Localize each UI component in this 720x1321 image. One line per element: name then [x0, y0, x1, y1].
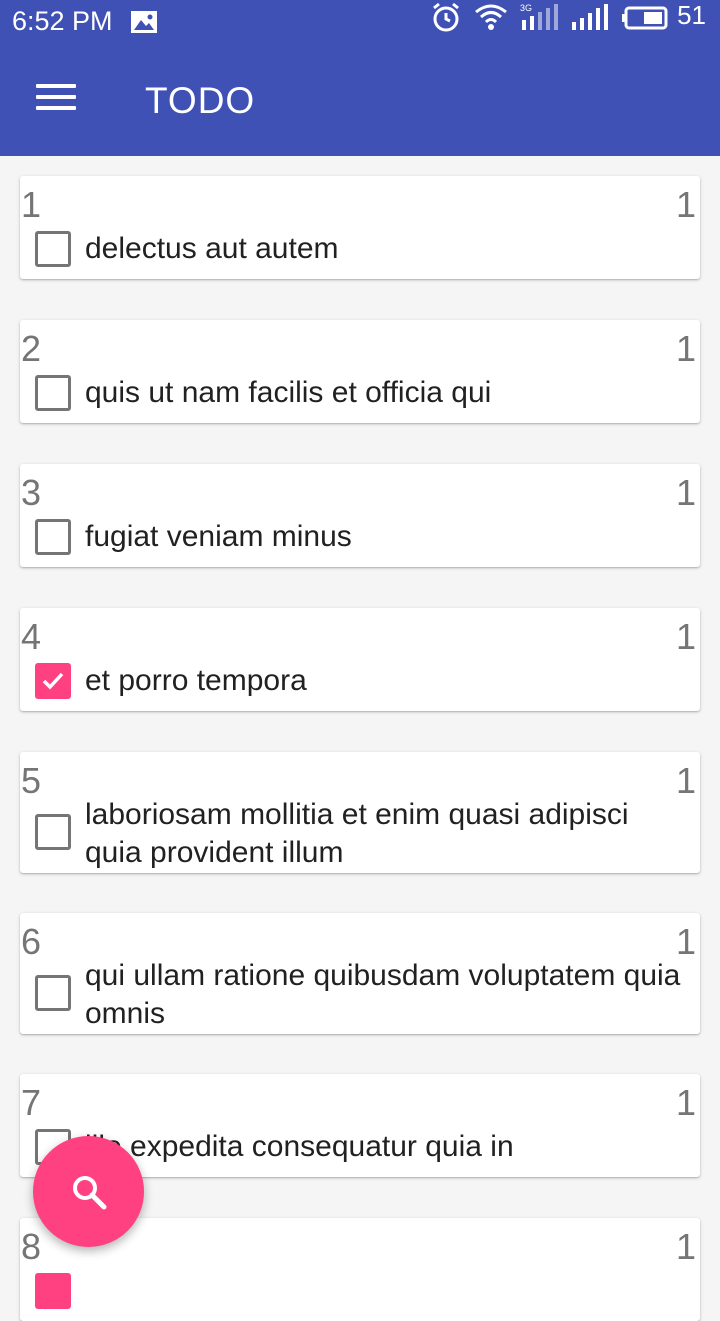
- todo-checkbox[interactable]: [35, 231, 71, 267]
- todo-title: illo expedita consequatur quia in: [85, 1130, 514, 1163]
- todo-card[interactable]: 5 1 laboriosam mollitia et enim quasi ad…: [20, 752, 700, 873]
- todo-card[interactable]: 6 1 qui ullam ratione quibusdam voluptat…: [20, 913, 700, 1034]
- todo-checkbox-checked[interactable]: [35, 663, 71, 699]
- todo-id: 3: [21, 472, 42, 513]
- todo-checkbox[interactable]: [35, 375, 71, 411]
- todo-id: 4: [21, 616, 42, 657]
- todo-id: 1: [21, 184, 42, 225]
- todo-user-id: 1: [675, 472, 696, 513]
- todo-title: delectus aut autem: [85, 232, 339, 265]
- todo-id: 5: [21, 760, 42, 801]
- page-title: TODO: [145, 80, 256, 121]
- todo-user-id: 1: [675, 184, 696, 225]
- todo-user-id: 1: [675, 1082, 696, 1123]
- hamburger-menu-icon[interactable]: [36, 84, 76, 114]
- status-time: 6:52 PM: [12, 6, 113, 36]
- todo-title: fugiat veniam minus: [85, 520, 352, 553]
- todo-user-id: 1: [675, 1226, 696, 1267]
- todo-card[interactable]: 2 1 quis ut nam facilis et officia qui: [20, 320, 700, 423]
- todo-title: laboriosam mollitia et enim quasi adipis…: [85, 798, 629, 869]
- wifi-icon: [475, 4, 507, 30]
- todo-id: 2: [21, 328, 42, 369]
- svg-text:3G: 3G: [520, 3, 532, 13]
- search-icon: [73, 1176, 107, 1210]
- alarm-icon: [433, 2, 459, 32]
- signal-3g-icon: 3G: [520, 3, 558, 30]
- todo-user-id: 1: [675, 616, 696, 657]
- todo-card[interactable]: 3 1 fugiat veniam minus: [20, 464, 700, 567]
- status-bar: 6:52 PM 3G 51: [0, 0, 720, 46]
- todo-checkbox-checked[interactable]: [35, 1273, 71, 1309]
- battery-icon: [622, 6, 668, 30]
- todo-id: 6: [21, 921, 42, 962]
- todo-title: quis ut nam facilis et officia qui: [85, 376, 492, 409]
- todo-card[interactable]: 1 1 delectus aut autem: [20, 176, 700, 279]
- battery-level: 51: [677, 0, 706, 30]
- todo-title: qui ullam ratione quibusdam voluptatem q…: [85, 959, 681, 1030]
- checkmark-icon: [42, 672, 64, 690]
- todo-user-id: 1: [675, 328, 696, 369]
- signal-strength-icon: [572, 4, 608, 30]
- todo-id: 7: [21, 1082, 42, 1123]
- gallery-notification-icon: [131, 11, 157, 33]
- todo-checkbox[interactable]: [35, 519, 71, 555]
- todo-title: et porro tempora: [85, 664, 307, 697]
- todo-id: 8: [21, 1226, 42, 1267]
- todo-card[interactable]: 4 1 et porro tempora: [20, 608, 700, 711]
- app-bar: TODO: [0, 46, 720, 156]
- todo-checkbox[interactable]: [35, 814, 71, 850]
- todo-checkbox[interactable]: [35, 975, 71, 1011]
- search-fab-button[interactable]: [33, 1136, 144, 1247]
